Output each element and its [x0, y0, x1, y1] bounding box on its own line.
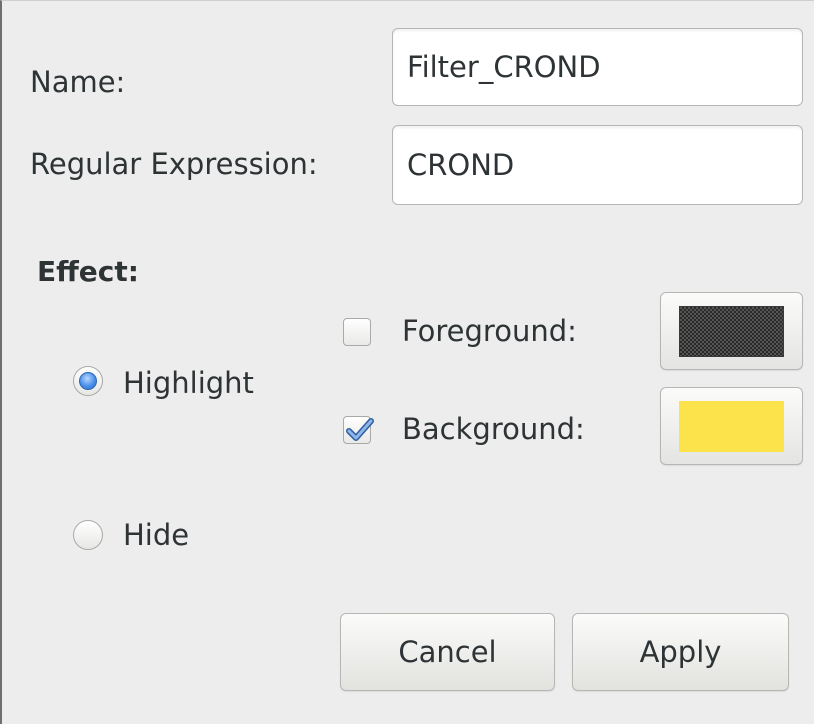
foreground-checkbox[interactable] — [343, 318, 371, 346]
checkmark-icon — [346, 418, 374, 441]
name-input[interactable] — [392, 28, 803, 106]
regex-input[interactable] — [392, 125, 803, 205]
hide-radio[interactable] — [73, 520, 103, 550]
regex-label: Regular Expression: — [30, 147, 318, 181]
cancel-button[interactable]: Cancel — [340, 613, 555, 691]
foreground-label[interactable]: Foreground: — [402, 314, 577, 348]
hide-label[interactable]: Hide — [123, 518, 189, 552]
highlight-label[interactable]: Highlight — [123, 366, 254, 400]
background-color-swatch — [679, 401, 784, 452]
apply-button[interactable]: Apply — [572, 613, 789, 691]
highlight-radio[interactable] — [73, 366, 103, 396]
background-checkbox[interactable] — [343, 416, 374, 444]
background-color-button[interactable] — [660, 387, 803, 465]
background-label[interactable]: Background: — [402, 412, 585, 446]
name-label: Name: — [30, 65, 126, 99]
foreground-color-swatch — [679, 306, 784, 357]
effect-heading: Effect: — [37, 255, 139, 288]
foreground-color-button[interactable] — [660, 292, 803, 370]
